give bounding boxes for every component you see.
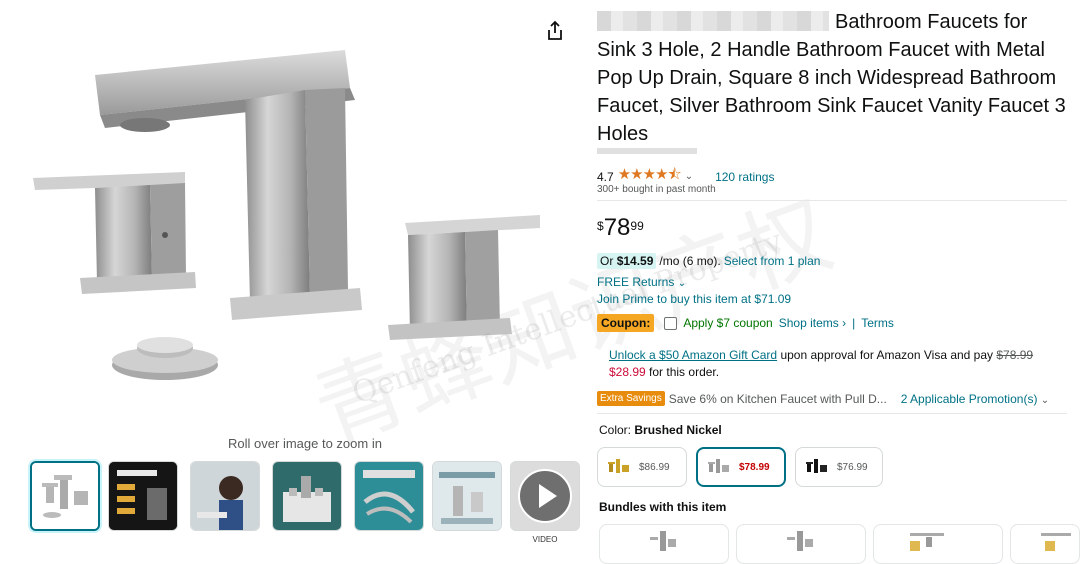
video-label: VIDEO: [532, 535, 558, 544]
ratings-count-link[interactable]: 120 ratings: [715, 170, 774, 184]
gift-card-link[interactable]: Unlock a $50 Amazon Gift Card: [609, 348, 777, 362]
gift-card-offer: Unlock a $50 Amazon Gift Card upon appro…: [609, 348, 1034, 379]
color-swatch-selected[interactable]: $78.99: [696, 447, 786, 487]
bundle-card[interactable]: [1010, 524, 1080, 564]
select-plan-link[interactable]: Select from 1 plan: [724, 254, 821, 268]
image-gallery: 青蜂知识产权 Qenfeng Intellectual Property Rol…: [0, 0, 845, 559]
coupon-badge: Coupon:: [597, 314, 655, 332]
shop-items-link[interactable]: Shop items ›: [779, 316, 846, 330]
price: $ 78 99: [597, 214, 644, 241]
promotions-link[interactable]: 2 Applicable Promotion(s) ⌄: [901, 392, 1049, 406]
thumbnail[interactable]: [108, 461, 178, 531]
separator: |: [852, 316, 856, 330]
bundle-card[interactable]: [736, 524, 866, 564]
coupon-checkbox[interactable]: [664, 316, 678, 330]
extra-savings-row: Extra Savings Save 6% on Kitchen Faucet …: [597, 391, 1067, 406]
faucet-thumb: [608, 459, 629, 473]
zoom-hint: Roll over image to zoom in: [228, 436, 382, 451]
terms-link[interactable]: Terms: [861, 316, 894, 330]
prime-link[interactable]: Join Prime to buy this item at $71.09: [597, 292, 791, 306]
bought-count: 300+ bought in past month: [597, 184, 716, 195]
rating-value: 4.7: [597, 169, 614, 184]
bundle-card[interactable]: [599, 524, 729, 564]
thumbnail[interactable]: [272, 461, 342, 531]
bundles-heading: Bundles with this item: [599, 500, 727, 514]
divider: [597, 200, 1067, 201]
coupon-text[interactable]: Apply $7 coupon: [683, 316, 772, 330]
share-icon[interactable]: [545, 20, 565, 42]
redacted-brand: [597, 11, 829, 31]
redacted-store-link: [597, 148, 697, 154]
chevron-down-icon: ⌄: [677, 278, 687, 289]
product-title: Bathroom Faucets for Sink 3 Hole, 2 Hand…: [597, 11, 1066, 145]
monthly-payment: Or $14.59 /mo (6 mo). Select from 1 plan: [597, 253, 820, 269]
extra-savings-badge: Extra Savings: [597, 391, 665, 406]
monthly-pill: Or $14.59: [597, 253, 657, 269]
color-swatch[interactable]: $86.99: [597, 447, 687, 487]
coupon-row: Coupon: Apply $7 coupon Shop items › | T…: [597, 314, 894, 332]
thumbnail[interactable]: [30, 461, 100, 531]
thumbnail[interactable]: [354, 461, 424, 531]
thumbnail[interactable]: [432, 461, 502, 531]
thumbnail[interactable]: [190, 461, 260, 531]
bundle-card[interactable]: [873, 524, 1003, 564]
color-swatch[interactable]: $76.99: [795, 447, 883, 487]
play-icon[interactable]: [511, 462, 579, 530]
video-thumbnail[interactable]: [510, 461, 580, 531]
faucet-thumb: [708, 459, 729, 473]
faucet-thumb: [806, 459, 827, 473]
chevron-down-icon: ⌄: [1040, 394, 1050, 406]
color-label: Color: Brushed Nickel: [599, 423, 722, 437]
extra-savings-text: Save 6% on Kitchen Faucet with Pull D...: [668, 391, 887, 406]
chevron-down-icon[interactable]: ⌄: [685, 171, 693, 182]
divider: [597, 413, 1067, 414]
free-returns-link[interactable]: FREE Returns ⌄: [597, 275, 686, 289]
